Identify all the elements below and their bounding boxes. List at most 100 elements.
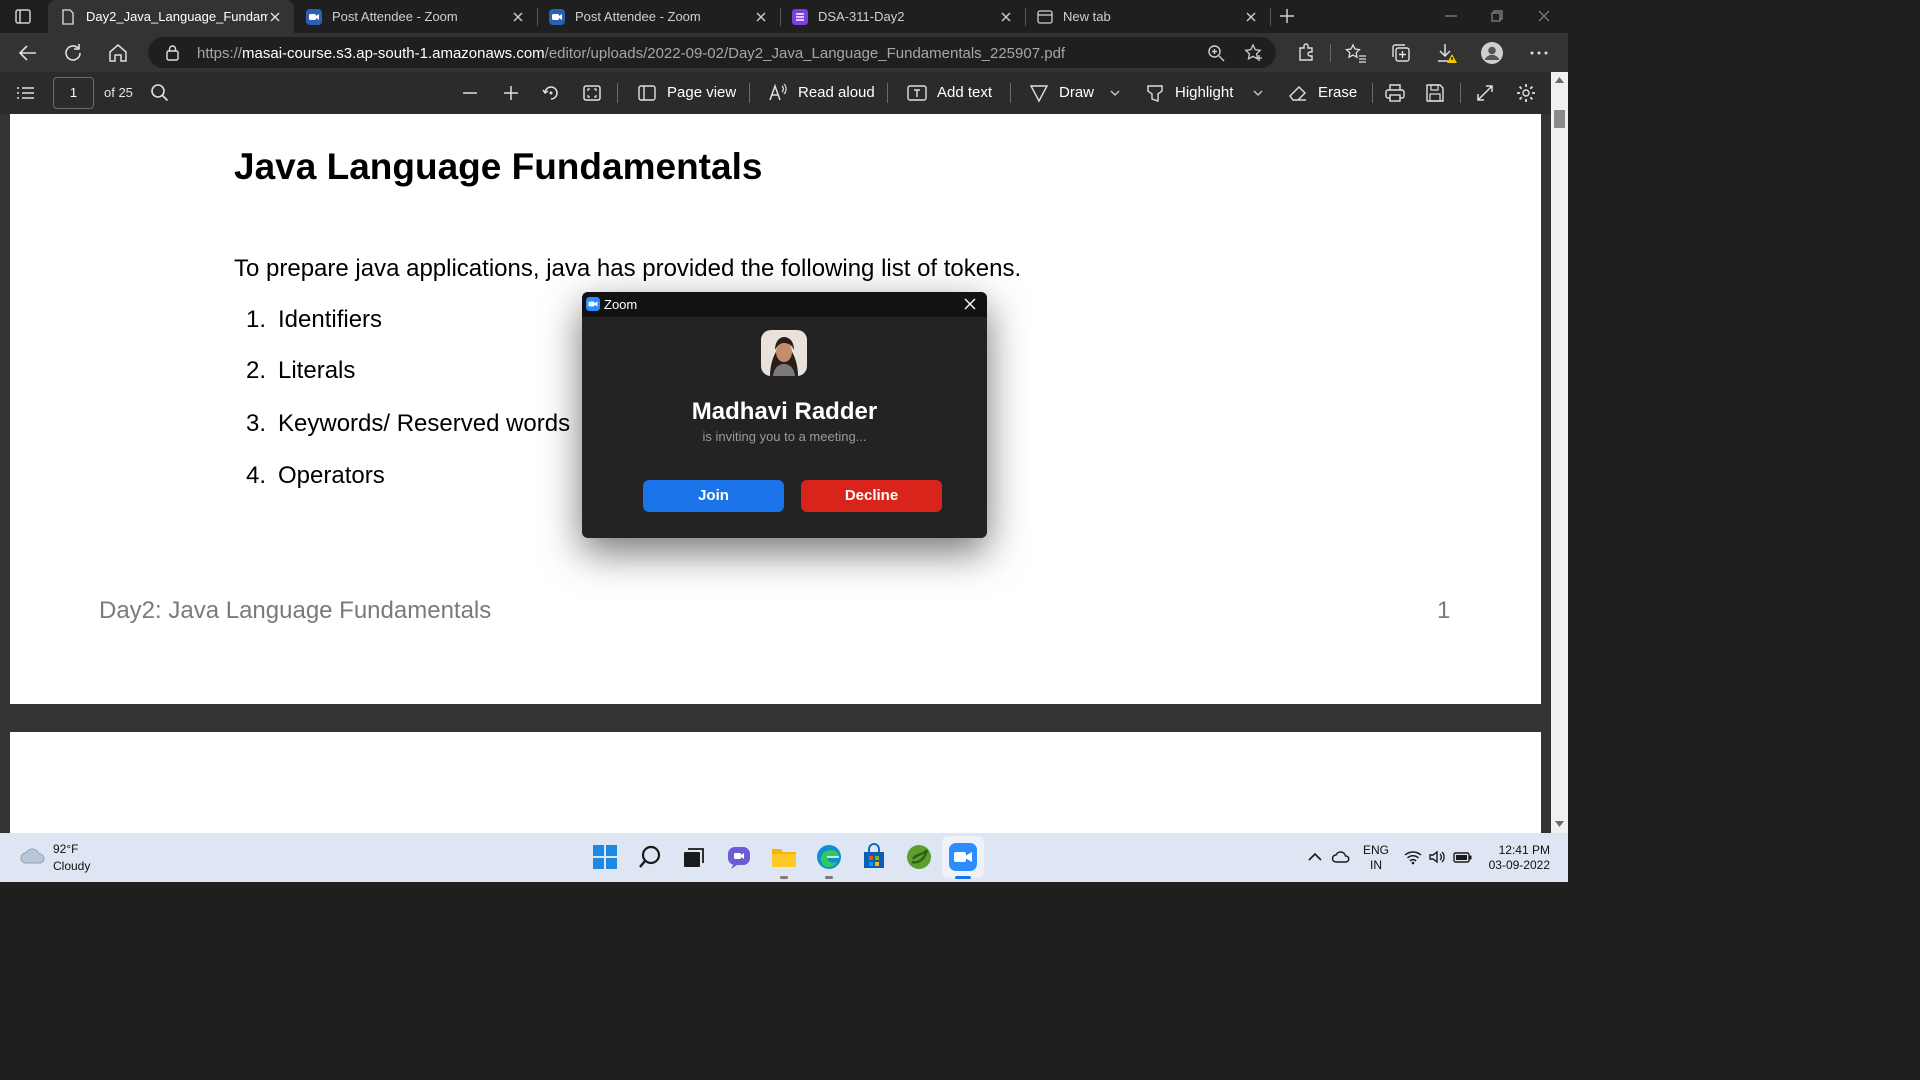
zoom-out-icon[interactable] (459, 82, 481, 104)
minimize-icon[interactable] (1443, 8, 1459, 24)
document-icon (62, 8, 74, 25)
edge-browser-icon[interactable] (815, 843, 843, 871)
microsoft-store-icon[interactable] (860, 843, 888, 871)
input-language[interactable]: ENG IN (1363, 843, 1389, 873)
weather-description[interactable]: Cloudy (53, 859, 90, 873)
favorites-icon[interactable] (1345, 42, 1367, 64)
home-icon[interactable] (107, 42, 129, 64)
scroll-up-icon[interactable] (1555, 76, 1564, 84)
wifi-icon[interactable] (1404, 849, 1422, 865)
add-text-button[interactable]: Add text (937, 84, 992, 101)
table-of-contents-icon[interactable] (14, 82, 36, 104)
page-number-input[interactable]: 1 (53, 77, 94, 109)
zoom-logo-icon (586, 297, 600, 311)
task-view-icon[interactable] (680, 843, 708, 871)
url-text[interactable]: https://masai-course.s3.ap-south-1.amazo… (197, 45, 1065, 62)
list-item: 2. Literals (246, 357, 355, 385)
extensions-icon[interactable] (1295, 42, 1317, 64)
refresh-icon[interactable] (62, 42, 84, 64)
read-aloud-icon[interactable] (767, 82, 789, 104)
restore-icon[interactable] (1489, 8, 1505, 24)
profile-avatar-icon[interactable] (1481, 42, 1503, 64)
draw-button[interactable]: Draw (1059, 84, 1094, 101)
more-options-icon[interactable] (1528, 42, 1550, 64)
spring-tools-icon[interactable] (905, 843, 933, 871)
tab-zoom-2[interactable]: Post Attendee - Zoom (537, 0, 780, 33)
decline-button[interactable]: Decline (801, 480, 942, 512)
address-bar[interactable]: https://masai-course.s3.ap-south-1.amazo… (148, 37, 1276, 68)
close-icon[interactable] (754, 10, 768, 24)
save-icon[interactable] (1424, 82, 1446, 104)
lock-icon[interactable] (165, 44, 180, 61)
settings-gear-icon[interactable] (1515, 82, 1537, 104)
zoom-dialog-title: Zoom (604, 297, 638, 312)
page-view-icon[interactable] (636, 82, 658, 104)
chevron-down-icon[interactable] (1107, 85, 1123, 101)
cloud-icon[interactable] (19, 845, 47, 867)
downloads-icon[interactable] (1436, 42, 1458, 64)
vertical-scrollbar[interactable] (1551, 72, 1568, 833)
zoom-icon (306, 8, 322, 25)
add-favorite-icon[interactable] (1244, 43, 1264, 63)
file-explorer-icon[interactable] (770, 843, 798, 871)
teams-chat-icon[interactable] (725, 843, 753, 871)
fit-page-icon[interactable] (581, 82, 603, 104)
print-icon[interactable] (1384, 82, 1406, 104)
volume-icon[interactable] (1428, 849, 1446, 865)
tab-title: Post Attendee - Zoom (575, 9, 701, 24)
add-text-icon[interactable] (906, 82, 928, 104)
close-icon[interactable] (511, 10, 525, 24)
weather-temperature[interactable]: 92°F (53, 842, 78, 856)
join-button[interactable]: Join (643, 480, 784, 512)
windows-start-icon[interactable] (591, 843, 619, 871)
tab-bar: Day2_Java_Language_Fundamentals_225907.p… (0, 0, 1568, 33)
collections-icon[interactable] (1390, 42, 1412, 64)
show-hidden-icons-chevron-icon[interactable] (1306, 849, 1324, 865)
chevron-down-icon[interactable] (1250, 85, 1266, 101)
toolbar-separator (887, 83, 888, 103)
erase-button[interactable]: Erase (1318, 84, 1357, 101)
window-close-icon[interactable] (1536, 8, 1552, 24)
read-aloud-button[interactable]: Read aloud (798, 84, 875, 101)
list-item: 3. Keywords/ Reserved words (246, 410, 570, 438)
toolbar-separator (1010, 83, 1011, 103)
highlight-icon[interactable] (1144, 82, 1166, 104)
scrollbar-thumb[interactable] (1554, 110, 1565, 128)
search-icon[interactable] (149, 82, 171, 104)
fullscreen-icon[interactable] (1474, 82, 1496, 104)
close-icon[interactable] (268, 10, 282, 24)
tab-pdf[interactable]: Day2_Java_Language_Fundamentals_225907.p… (48, 0, 294, 33)
toolbar-separator (1372, 83, 1373, 103)
page-view-button[interactable]: Page view (667, 84, 736, 101)
rotate-icon[interactable] (540, 82, 562, 104)
zoom-in-icon[interactable] (500, 82, 522, 104)
clock[interactable]: 12:41 PM 03-09-2022 (1478, 843, 1550, 873)
onedrive-cloud-icon[interactable] (1331, 849, 1351, 865)
battery-icon[interactable] (1453, 849, 1473, 865)
taskbar: 92°F Cloudy ENG IN 12:41 PM 03-09-2022 (0, 833, 1568, 882)
tab-new[interactable]: New tab (1025, 0, 1270, 33)
page-footer-number: 1 (1437, 597, 1451, 624)
eraser-icon[interactable] (1287, 82, 1309, 104)
tab-actions-icon[interactable] (14, 8, 34, 26)
highlight-button[interactable]: Highlight (1175, 84, 1233, 101)
tab-dsa[interactable]: DSA-311-Day2 (780, 0, 1025, 33)
close-icon[interactable] (1244, 10, 1258, 24)
scroll-down-icon[interactable] (1555, 820, 1564, 828)
tab-title: New tab (1063, 9, 1111, 24)
running-indicator (825, 876, 833, 879)
list-item: 1. Identifiers (246, 306, 382, 334)
clock-date: 03-09-2022 (1488, 858, 1550, 872)
close-icon[interactable] (999, 10, 1013, 24)
search-icon[interactable] (636, 843, 664, 871)
new-tab-plus-icon[interactable] (1277, 6, 1297, 26)
toolbar-separator (749, 83, 750, 103)
close-icon[interactable] (963, 297, 977, 311)
zoom-app-icon[interactable] (949, 843, 977, 871)
draw-icon[interactable] (1028, 82, 1050, 104)
toolbar-separator (1460, 83, 1461, 103)
back-icon[interactable] (17, 42, 39, 64)
zoom-in-page-icon[interactable] (1207, 44, 1225, 62)
zoom-icon (549, 8, 565, 25)
tab-zoom-1[interactable]: Post Attendee - Zoom (294, 0, 537, 33)
